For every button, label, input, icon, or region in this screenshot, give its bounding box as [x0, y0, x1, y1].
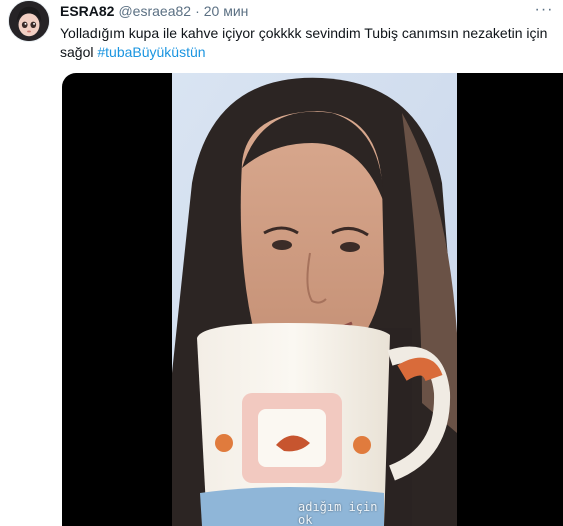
video-overlay-caption: adığım için ok	[298, 501, 377, 526]
tweet-text: Yolladığım kupa ile kahve içiyor çokkkk …	[60, 24, 555, 62]
tweet-timestamp[interactable]: 20 мин	[204, 2, 249, 20]
media-photo	[172, 73, 457, 526]
tweet-header: ESRA82 @esraea82 · 20 мин	[60, 2, 533, 20]
tweet: ESRA82 @esraea82 · 20 мин ··· Yolladığım…	[0, 0, 563, 526]
overlay-line-2: ok	[298, 513, 313, 526]
overlay-line-1: adığım için	[298, 500, 378, 514]
author-name[interactable]: ESRA82	[60, 2, 114, 20]
author-handle[interactable]: @esraea82	[118, 2, 191, 20]
photo-illustration	[172, 73, 457, 526]
more-options-icon[interactable]: ···	[533, 0, 555, 20]
avatar-image	[9, 1, 49, 41]
header-separator: ·	[195, 3, 200, 19]
hashtag-link[interactable]: #tubaBüyüküstün	[97, 44, 205, 60]
user-avatar[interactable]	[8, 0, 50, 42]
tweet-media[interactable]: adığım için ok	[62, 73, 563, 526]
